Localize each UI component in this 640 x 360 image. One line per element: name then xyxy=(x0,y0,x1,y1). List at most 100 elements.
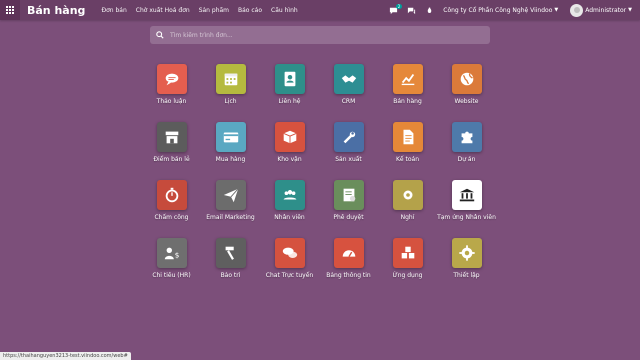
user-name: Administrator xyxy=(585,6,627,14)
caret-down-icon: ▼ xyxy=(554,7,559,13)
hammer-icon xyxy=(215,238,246,268)
app-crm[interactable]: CRM xyxy=(319,64,378,122)
app-kho-van[interactable]: Kho vận xyxy=(260,122,319,180)
search-icon xyxy=(156,31,164,39)
app-label: Phê duyệt xyxy=(333,214,364,221)
menu-item-cho-xuat-hoa-don[interactable]: Chờ xuất Hoá đơn xyxy=(136,7,190,14)
company-switcher[interactable]: Công ty Cổ Phần Công Nghệ Viindoo ▼ xyxy=(443,7,558,14)
app-label: Kế toán xyxy=(395,156,420,163)
app-diem-ban-le[interactable]: Điểm bán lẻ xyxy=(142,122,201,180)
contacts-icon xyxy=(274,64,305,94)
app-lich[interactable]: Lịch xyxy=(201,64,260,122)
search-input[interactable] xyxy=(168,30,472,40)
discuss-icon xyxy=(156,64,187,94)
status-url: https://thaihanguyen3213-test.viindoo.co… xyxy=(0,352,131,360)
user-menu[interactable]: Administrator ▼ xyxy=(566,3,632,17)
menu-search-bar[interactable] xyxy=(150,26,490,44)
menu-item-cau-hinh[interactable]: Cấu hình xyxy=(271,7,298,14)
box-icon xyxy=(274,122,305,152)
app-label: Chi tiêu (HR) xyxy=(152,272,191,279)
app-label: Nghỉ xyxy=(400,214,415,221)
leave-icon xyxy=(392,180,423,210)
app-label: Email Marketing xyxy=(206,214,255,221)
app-nhan-vien[interactable]: Nhân viên xyxy=(260,180,319,238)
puzzle-icon xyxy=(451,122,482,152)
menu-item-san-pham[interactable]: Sản phẩm xyxy=(199,7,229,14)
company-name: Công ty Cổ Phần Công Nghệ Viindoo xyxy=(443,6,553,14)
app-bao-tri[interactable]: Bảo trì xyxy=(201,238,260,296)
app-label: Tạm ứng Nhân viên xyxy=(437,214,496,221)
app-grid: Thảo luận Lịch Liên hệ CRM Bán hàng Website Đi… xyxy=(142,64,496,296)
app-thiet-lap[interactable]: Thiết lập xyxy=(437,238,496,296)
app-thao-luan[interactable]: Thảo luận xyxy=(142,64,201,122)
app-cham-cong[interactable]: Chấm công xyxy=(142,180,201,238)
dashboard-icon xyxy=(333,238,364,268)
settings-icon xyxy=(451,238,482,268)
app-mua-hang[interactable]: Mua hàng xyxy=(201,122,260,180)
debug-systray[interactable] xyxy=(423,4,435,16)
apps-menu-button[interactable] xyxy=(0,0,20,20)
app-label: Bảo trì xyxy=(220,272,241,279)
comments-icon xyxy=(407,7,415,14)
app-label: Chấm công xyxy=(154,214,189,221)
app-ban-hang[interactable]: Bán hàng xyxy=(378,64,437,122)
live-chat-icon xyxy=(274,238,305,268)
app-label: Thiết lập xyxy=(453,272,480,279)
employees-icon xyxy=(274,180,305,210)
grid-icon xyxy=(6,6,14,14)
shop-icon xyxy=(156,122,187,152)
handshake-icon xyxy=(333,64,364,94)
globe-icon xyxy=(451,64,482,94)
activity-systray[interactable] xyxy=(405,4,417,16)
credit-card-icon xyxy=(215,122,246,152)
app-nghi[interactable]: Nghỉ xyxy=(378,180,437,238)
app-tam-ung-nhan-vien[interactable]: Tạm ứng Nhân viên xyxy=(437,180,496,238)
app-label: Website xyxy=(454,98,479,105)
app-label: Ứng dụng xyxy=(392,272,423,279)
app-label: Kho vận xyxy=(277,156,302,163)
app-san-xuat[interactable]: Sản xuất xyxy=(319,122,378,180)
navbar-right: 2 Công ty Cổ Phần Công Nghệ Viindoo ▼ Ad… xyxy=(387,0,640,20)
app-label: Bán hàng xyxy=(393,98,422,105)
top-menu: Đơn bán Chờ xuất Hoá đơn Sản phẩm Báo cá… xyxy=(101,7,297,14)
app-ke-toan[interactable]: Kế toán xyxy=(378,122,437,180)
app-chi-tieu-hr[interactable]: $ Chi tiêu (HR) xyxy=(142,238,201,296)
menu-item-don-ban[interactable]: Đơn bán xyxy=(101,7,126,14)
app-label: Liên hệ xyxy=(278,98,301,105)
app-label: Dự án xyxy=(457,156,476,163)
paper-plane-icon xyxy=(215,180,246,210)
expense-icon: $ xyxy=(156,238,187,268)
svg-text:$: $ xyxy=(174,251,179,260)
sales-chart-icon xyxy=(392,64,423,94)
bug-icon xyxy=(427,6,432,13)
app-label: Thảo luận xyxy=(156,98,187,105)
app-label: Lịch xyxy=(224,98,237,105)
app-bang-thong-tin[interactable]: Bảng thông tin xyxy=(319,238,378,296)
bank-icon xyxy=(451,180,482,210)
app-label: Sản xuất xyxy=(335,156,362,163)
avatar xyxy=(570,3,584,17)
app-label: CRM xyxy=(341,98,356,105)
app-brand[interactable]: Bán hàng xyxy=(27,4,85,17)
app-label: Bảng thông tin xyxy=(326,272,371,279)
app-label: Điểm bán lẻ xyxy=(153,156,190,163)
app-lien-he[interactable]: Liên hệ xyxy=(260,64,319,122)
app-email-marketing[interactable]: Email Marketing xyxy=(201,180,260,238)
app-du-an[interactable]: Dự án xyxy=(437,122,496,180)
app-ung-dung[interactable]: Ứng dụng xyxy=(378,238,437,296)
calendar-icon xyxy=(215,64,246,94)
caret-down-icon: ▼ xyxy=(628,7,632,13)
menu-item-bao-cao[interactable]: Báo cáo xyxy=(238,7,262,14)
cubes-icon xyxy=(392,238,423,268)
app-website[interactable]: Website xyxy=(437,64,496,122)
wrench-icon xyxy=(333,122,364,152)
invoice-icon xyxy=(392,122,423,152)
app-label: Chat Trực tuyến xyxy=(265,272,314,279)
stopwatch-icon xyxy=(156,180,187,210)
app-label: Nhân viên xyxy=(274,214,305,221)
app-label: Mua hàng xyxy=(215,156,246,163)
discuss-systray[interactable]: 2 xyxy=(387,4,403,16)
app-chat-truc-tuyen[interactable]: Chat Trực tuyến xyxy=(260,238,319,296)
top-navbar: Bán hàng Đơn bán Chờ xuất Hoá đơn Sản ph… xyxy=(0,0,640,20)
app-phe-duyet[interactable]: Phê duyệt xyxy=(319,180,378,238)
